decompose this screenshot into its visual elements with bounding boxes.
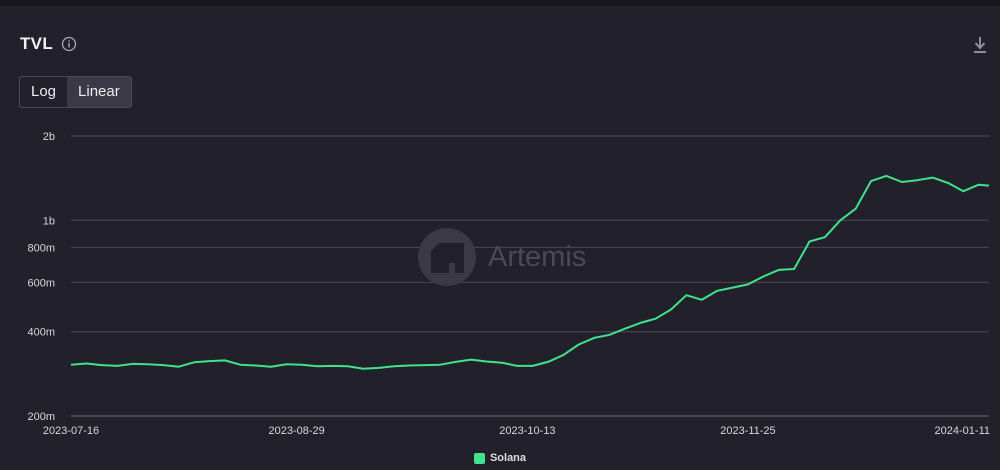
x-tick-label: 2024-01-11 xyxy=(935,425,990,437)
chart-title: TVL xyxy=(20,34,54,53)
x-tick-label: 2023-11-25 xyxy=(720,425,775,437)
x-axis-labels: 2023-07-16 2023-08-29 2023-10-13 2023-11-25… xyxy=(43,425,990,437)
y-tick-label: 200m xyxy=(27,411,55,423)
legend-swatch-solana[interactable] xyxy=(473,452,485,464)
log-scale-button[interactable]: Log xyxy=(20,77,67,107)
artemis-watermark: Artemis xyxy=(418,228,586,286)
legend-label-solana[interactable]: Solana xyxy=(490,452,526,464)
x-tick-label: 2023-10-13 xyxy=(499,425,555,437)
y-tick-label: 400m xyxy=(27,327,55,339)
linear-scale-button[interactable]: Linear xyxy=(67,77,131,107)
top-strip xyxy=(0,0,1000,6)
x-tick-label: 2023-07-16 xyxy=(43,425,99,437)
info-icon[interactable] xyxy=(61,36,77,52)
download-icon[interactable] xyxy=(972,36,988,54)
y-axis-labels: 200m 400m 600m 800m 1b 2b xyxy=(27,131,55,423)
x-tick-label: 2023-08-29 xyxy=(269,425,325,437)
legend: Solana xyxy=(0,452,1000,464)
y-tick-label: 600m xyxy=(27,277,55,289)
tvl-line-chart: Artemis 200m400m600m800m1b2b 2023-07-16 2… xyxy=(27,131,990,437)
artemis-logo-icon xyxy=(431,243,464,273)
chart-header: TVL xyxy=(20,34,77,54)
grid-layer xyxy=(71,135,989,417)
y-tick-label: 800m xyxy=(27,242,55,254)
scale-toggle: Log Linear xyxy=(19,76,132,108)
y-tick-label: 1b xyxy=(43,215,55,227)
watermark-text: Artemis xyxy=(488,241,586,273)
y-tick-label: 2b xyxy=(43,131,55,143)
